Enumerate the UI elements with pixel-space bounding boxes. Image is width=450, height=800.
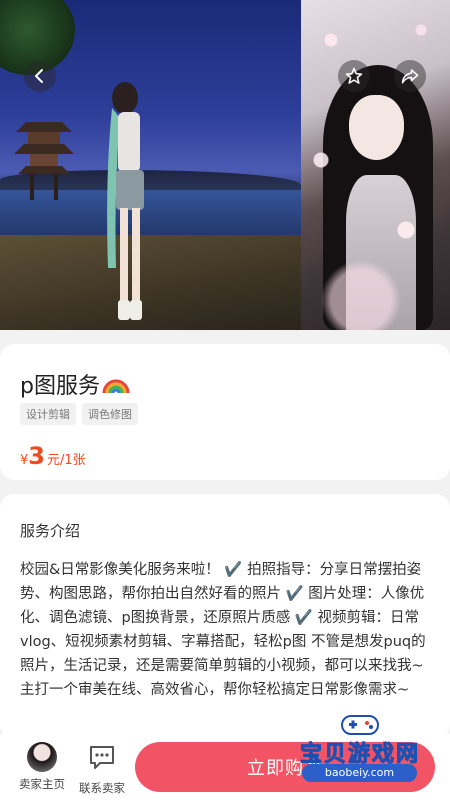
chevron-left-icon (35, 69, 43, 83)
product-info-card: p图服务 设计剪辑 调色修图 ¥ 3 元/1张 (0, 344, 450, 480)
price-currency: ¥ (20, 453, 29, 468)
contact-seller-label: 联系卖家 (79, 781, 125, 795)
seller-home-label: 卖家主页 (19, 777, 65, 791)
favorite-button[interactable] (338, 60, 370, 92)
watermark-url: baobeiy.com (302, 764, 417, 782)
product-image-gallery[interactable] (0, 0, 450, 330)
chat-bubble-icon (90, 746, 114, 769)
product-tags: 设计剪辑 调色修图 (20, 403, 138, 425)
share-icon (401, 69, 419, 84)
price-unit: 元/1张 (46, 453, 86, 468)
description-heading: 服务介绍 (20, 522, 81, 540)
tag-item: 设计剪辑 (20, 403, 76, 425)
seller-avatar (27, 742, 57, 772)
site-watermark: 宝贝游戏网 baobeiy.com (290, 706, 430, 786)
share-button[interactable] (394, 60, 426, 92)
product-title: p图服务 (20, 374, 100, 399)
product-photo-portrait[interactable] (301, 0, 450, 330)
product-photo-lake-night[interactable] (0, 0, 301, 330)
gamepad-icon (341, 715, 379, 735)
star-icon (345, 67, 363, 84)
rainbow-icon (102, 379, 130, 394)
tag-item: 调色修图 (82, 403, 138, 425)
contact-seller-button[interactable]: 联系卖家 (75, 742, 129, 796)
product-title-row: p图服务 (20, 368, 130, 400)
service-description-card: 服务介绍 校园&日常影像美化服务来啦！ ✔️ 拍照指导：分享日常摆拍姿势、构图思… (0, 494, 450, 739)
seller-home-button[interactable]: 卖家主页 (16, 742, 68, 792)
photo-pagoda (14, 122, 74, 200)
product-price: ¥ 3 元/1张 (20, 442, 86, 470)
back-button[interactable] (24, 60, 56, 92)
description-body: 校园&日常影像美化服务来啦！ ✔️ 拍照指导：分享日常摆拍姿势、构图思路，帮你拍… (20, 562, 426, 698)
price-amount: 3 (28, 442, 45, 470)
photo-petals (301, 0, 450, 330)
photo-person (107, 82, 144, 320)
